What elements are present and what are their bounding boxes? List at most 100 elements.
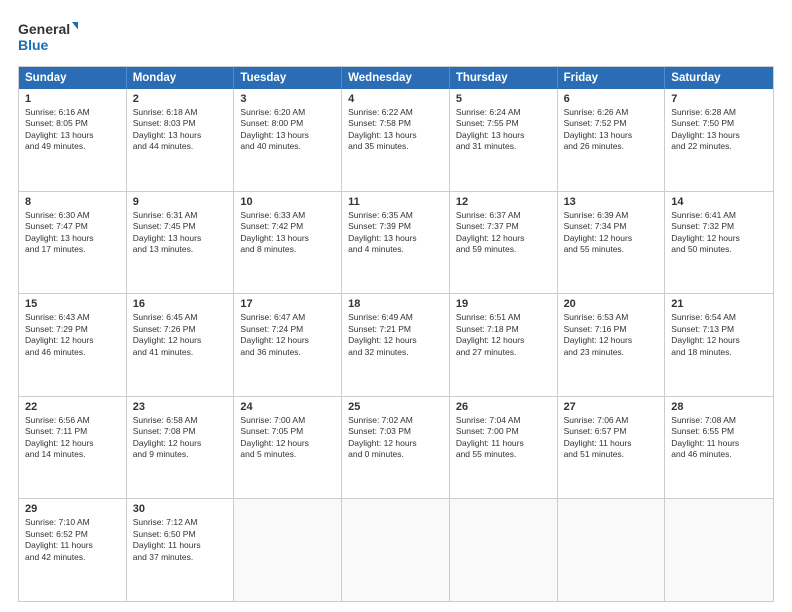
day-cell-23: 23 Sunrise: 6:58 AM Sunset: 7:08 PM Dayli… [127,397,235,499]
empty-cell-4-2 [234,499,342,601]
header-day-monday: Monday [127,67,235,89]
day-number: 20 [564,298,659,310]
day-number: 28 [671,401,767,413]
day-number: 9 [133,196,228,208]
day-cell-4: 4 Sunrise: 6:22 AM Sunset: 7:58 PM Daylig… [342,89,450,191]
day-info: Sunrise: 6:37 AM Sunset: 7:37 PM Dayligh… [456,210,551,256]
calendar-row-0: 1Sunrise: 6:16 AM Sunset: 8:05 PM Daylig… [19,89,773,191]
day-cell-16: 16Sunrise: 6:45 AM Sunset: 7:26 PM Dayli… [127,294,235,396]
calendar-row-1: 8 Sunrise: 6:30 AM Sunset: 7:47 PM Daylig… [19,191,773,294]
logo-svg: General Blue [18,18,78,56]
day-info: Sunrise: 7:10 AM Sunset: 6:52 PM Dayligh… [25,517,120,563]
calendar-row-4: 29 Sunrise: 7:10 AM Sunset: 6:52 PM Dayli… [19,498,773,601]
day-cell-27: 27 Sunrise: 7:06 AM Sunset: 6:57 PM Dayli… [558,397,666,499]
day-cell-18: 18Sunrise: 6:49 AM Sunset: 7:21 PM Dayli… [342,294,450,396]
day-number: 3 [240,93,335,105]
day-number: 10 [240,196,335,208]
day-number: 29 [25,503,120,515]
day-cell-2: 2 Sunrise: 6:18 AM Sunset: 8:03 PM Daylig… [127,89,235,191]
day-number: 2 [133,93,228,105]
day-number: 30 [133,503,228,515]
empty-cell-4-3 [342,499,450,601]
empty-cell-4-6 [665,499,773,601]
day-info: Sunrise: 6:53 AM Sunset: 7:16 PM Dayligh… [564,312,659,358]
day-cell-17: 17 Sunrise: 6:47 AM Sunset: 7:24 PM Dayli… [234,294,342,396]
day-info: Sunrise: 6:47 AM Sunset: 7:24 PM Dayligh… [240,312,335,358]
day-number: 19 [456,298,551,310]
day-number: 13 [564,196,659,208]
day-number: 1 [25,93,120,105]
day-cell-12: 12 Sunrise: 6:37 AM Sunset: 7:37 PM Dayli… [450,192,558,294]
day-info: Sunrise: 6:26 AM Sunset: 7:52 PM Dayligh… [564,107,659,153]
day-number: 7 [671,93,767,105]
day-cell-26: 26 Sunrise: 7:04 AM Sunset: 7:00 PM Dayli… [450,397,558,499]
day-info: Sunrise: 6:58 AM Sunset: 7:08 PM Dayligh… [133,415,228,461]
day-info: Sunrise: 6:39 AM Sunset: 7:34 PM Dayligh… [564,210,659,256]
day-cell-8: 8 Sunrise: 6:30 AM Sunset: 7:47 PM Daylig… [19,192,127,294]
header-day-tuesday: Tuesday [234,67,342,89]
svg-text:Blue: Blue [18,37,49,53]
day-info: Sunrise: 6:54 AM Sunset: 7:13 PM Dayligh… [671,312,767,358]
calendar: SundayMondayTuesdayWednesdayThursdayFrid… [18,66,774,602]
day-cell-21: 21 Sunrise: 6:54 AM Sunset: 7:13 PM Dayli… [665,294,773,396]
day-info: Sunrise: 6:41 AM Sunset: 7:32 PM Dayligh… [671,210,767,256]
day-number: 16 [133,298,228,310]
day-info: Sunrise: 6:51 AM Sunset: 7:18 PM Dayligh… [456,312,551,358]
day-cell-14: 14 Sunrise: 6:41 AM Sunset: 7:32 PM Dayli… [665,192,773,294]
day-cell-30: 30 Sunrise: 7:12 AM Sunset: 6:50 PM Dayli… [127,499,235,601]
day-number: 4 [348,93,443,105]
day-info: Sunrise: 6:35 AM Sunset: 7:39 PM Dayligh… [348,210,443,256]
day-number: 26 [456,401,551,413]
header-day-sunday: Sunday [19,67,127,89]
day-number: 21 [671,298,767,310]
day-number: 17 [240,298,335,310]
day-number: 14 [671,196,767,208]
svg-text:General: General [18,21,70,37]
logo: General Blue [18,18,78,56]
day-info: Sunrise: 7:04 AM Sunset: 7:00 PM Dayligh… [456,415,551,461]
day-info: Sunrise: 6:56 AM Sunset: 7:11 PM Dayligh… [25,415,120,461]
day-info: Sunrise: 7:12 AM Sunset: 6:50 PM Dayligh… [133,517,228,563]
day-cell-15: 15Sunrise: 6:43 AM Sunset: 7:29 PM Dayli… [19,294,127,396]
day-number: 6 [564,93,659,105]
day-number: 11 [348,196,443,208]
day-number: 15 [25,298,120,310]
header-day-friday: Friday [558,67,666,89]
day-info: Sunrise: 7:06 AM Sunset: 6:57 PM Dayligh… [564,415,659,461]
day-cell-6: 6 Sunrise: 6:26 AM Sunset: 7:52 PM Daylig… [558,89,666,191]
day-cell-9: 9 Sunrise: 6:31 AM Sunset: 7:45 PM Daylig… [127,192,235,294]
day-cell-24: 24 Sunrise: 7:00 AM Sunset: 7:05 PM Dayli… [234,397,342,499]
day-cell-5: 5 Sunrise: 6:24 AM Sunset: 7:55 PM Daylig… [450,89,558,191]
day-cell-19: 19 Sunrise: 6:51 AM Sunset: 7:18 PM Dayli… [450,294,558,396]
empty-cell-4-4 [450,499,558,601]
day-number: 23 [133,401,228,413]
day-number: 12 [456,196,551,208]
day-info: Sunrise: 6:18 AM Sunset: 8:03 PM Dayligh… [133,107,228,153]
day-cell-28: 28 Sunrise: 7:08 AM Sunset: 6:55 PM Dayli… [665,397,773,499]
day-number: 8 [25,196,120,208]
day-info: Sunrise: 7:08 AM Sunset: 6:55 PM Dayligh… [671,415,767,461]
day-info: Sunrise: 6:30 AM Sunset: 7:47 PM Dayligh… [25,210,120,256]
day-cell-13: 13 Sunrise: 6:39 AM Sunset: 7:34 PM Dayli… [558,192,666,294]
day-info: Sunrise: 6:49 AM Sunset: 7:21 PM Dayligh… [348,312,443,358]
day-info: Sunrise: 6:24 AM Sunset: 7:55 PM Dayligh… [456,107,551,153]
day-info: Sunrise: 6:22 AM Sunset: 7:58 PM Dayligh… [348,107,443,153]
day-number: 5 [456,93,551,105]
day-info: Sunrise: 6:20 AM Sunset: 8:00 PM Dayligh… [240,107,335,153]
day-cell-29: 29 Sunrise: 7:10 AM Sunset: 6:52 PM Dayli… [19,499,127,601]
calendar-row-3: 22Sunrise: 6:56 AM Sunset: 7:11 PM Dayli… [19,396,773,499]
day-cell-1: 1Sunrise: 6:16 AM Sunset: 8:05 PM Daylig… [19,89,127,191]
header-day-wednesday: Wednesday [342,67,450,89]
day-number: 27 [564,401,659,413]
day-info: Sunrise: 7:00 AM Sunset: 7:05 PM Dayligh… [240,415,335,461]
day-cell-3: 3 Sunrise: 6:20 AM Sunset: 8:00 PM Daylig… [234,89,342,191]
day-number: 24 [240,401,335,413]
day-cell-11: 11 Sunrise: 6:35 AM Sunset: 7:39 PM Dayli… [342,192,450,294]
day-cell-7: 7 Sunrise: 6:28 AM Sunset: 7:50 PM Daylig… [665,89,773,191]
day-info: Sunrise: 6:28 AM Sunset: 7:50 PM Dayligh… [671,107,767,153]
day-cell-25: 25Sunrise: 7:02 AM Sunset: 7:03 PM Dayli… [342,397,450,499]
day-info: Sunrise: 6:31 AM Sunset: 7:45 PM Dayligh… [133,210,228,256]
calendar-row-2: 15Sunrise: 6:43 AM Sunset: 7:29 PM Dayli… [19,293,773,396]
calendar-header: SundayMondayTuesdayWednesdayThursdayFrid… [19,67,773,89]
empty-cell-4-5 [558,499,666,601]
